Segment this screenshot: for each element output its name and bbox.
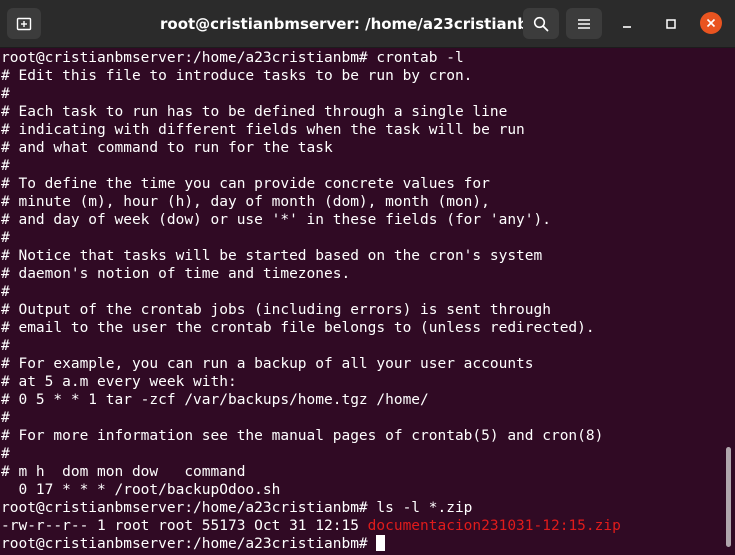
terminal-line: # To define the time you can provide con… (1, 176, 490, 192)
minimize-icon (623, 26, 631, 28)
minimize-button[interactable] (616, 13, 638, 35)
terminal-line: # Output of the crontab jobs (including … (1, 302, 551, 318)
terminal-line: # and day of week (dow) or use '*' in th… (1, 212, 551, 228)
terminal-line: # at 5 a.m every week with: (1, 374, 237, 390)
terminal-line: # and what command to run for the task (1, 140, 333, 156)
terminal-line: # Edit this file to introduce tasks to b… (1, 68, 473, 84)
prompt-line[interactable]: root@cristianbmserver:/home/a23cristianb… (0, 535, 722, 553)
terminal-line: # email to the user the crontab file bel… (1, 320, 595, 336)
terminal-line: # 0 5 * * 1 tar -zcf /var/backups/home.t… (1, 392, 429, 408)
maximize-button[interactable] (660, 13, 682, 35)
new-tab-icon (16, 17, 32, 30)
terminal-line: # (1, 158, 10, 174)
terminal-line: # Each task to run has to be defined thr… (1, 104, 508, 120)
search-icon (533, 16, 549, 31)
terminal-line: # (1, 410, 10, 426)
terminal-line: # m h dom mon dow command (1, 464, 246, 480)
terminal-line: # (1, 446, 10, 462)
window-title: root@cristianbmserver: /home/a23cristian… (160, 15, 544, 33)
close-icon (706, 18, 716, 28)
terminal-line: root@cristianbmserver:/home/a23cristianb… (1, 50, 464, 66)
text-cursor (376, 535, 386, 551)
new-tab-button[interactable] (7, 8, 41, 39)
file-listing-meta: -rw-r--r-- 1 root root 55173 Oct 31 12:1… (1, 518, 368, 534)
maximize-icon (666, 19, 676, 29)
zip-filename: documentacion231031-12:15.zip (367, 518, 621, 534)
terminal-line: # (1, 86, 10, 102)
terminal-line: # (1, 230, 10, 246)
terminal-line: # indicating with different fields when … (1, 122, 525, 138)
terminal-window: root@cristianbmserver: /home/a23cristian… (0, 0, 735, 555)
terminal-line: root@cristianbmserver:/home/a23cristianb… (1, 500, 473, 516)
scrollbar[interactable] (722, 49, 735, 555)
terminal-line: # For example, you can run a backup of a… (1, 356, 534, 372)
terminal-line: # daemon's notion of time and timezones. (1, 266, 351, 282)
terminal-line: # (1, 338, 10, 354)
terminal-line: 0 17 * * * /root/backupOdoo.sh (1, 482, 281, 498)
terminal-line: # Notice that tasks will be started base… (1, 248, 543, 264)
terminal-output[interactable]: root@cristianbmserver:/home/a23cristianb… (0, 49, 722, 555)
terminal-line: # For more information see the manual pa… (1, 428, 604, 444)
menu-button[interactable] (566, 8, 602, 39)
terminal-line: # (1, 284, 10, 300)
terminal-line: # minute (m), hour (h), day of month (do… (1, 194, 490, 210)
scrollbar-thumb[interactable] (726, 447, 731, 547)
hamburger-menu-icon (578, 18, 590, 29)
search-button[interactable] (523, 8, 559, 39)
shell-prompt: root@cristianbmserver:/home/a23cristianb… (1, 536, 377, 552)
title-bar: root@cristianbmserver: /home/a23cristian… (0, 0, 735, 48)
ls-output-line: -rw-r--r-- 1 root root 55173 Oct 31 12:1… (0, 517, 722, 535)
close-button[interactable] (700, 12, 722, 34)
